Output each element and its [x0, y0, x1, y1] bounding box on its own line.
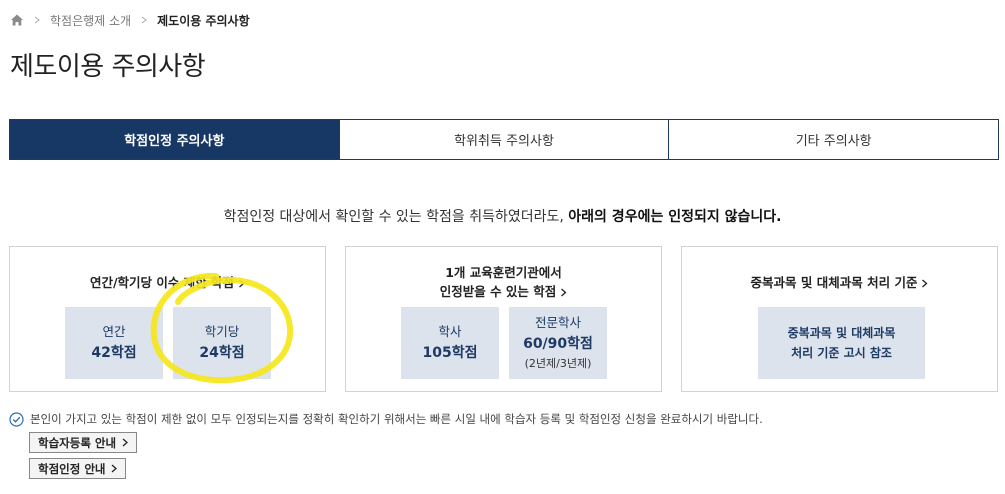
notice-text-regular: 학점인정 대상에서 확인할 수 있는 학점을 취득하였더라도, — [223, 209, 569, 225]
card-title-line2: 인정받을 수 있는 학점 — [439, 284, 557, 299]
box-line1: 중복과목 및 대체과목 — [787, 326, 896, 340]
chevron-right-icon — [561, 288, 567, 297]
card-title-text: 연간/학기당 이수 제한 학점 — [89, 275, 235, 290]
box-note: (2년제/3년제) — [524, 357, 592, 370]
chevron-right-icon — [141, 16, 147, 24]
page-title: 제도이용 주의사항 — [10, 52, 206, 82]
box-semester: 학기당 24학점 — [173, 307, 271, 379]
box-value: 105학점 — [422, 345, 478, 361]
box-label: 학기당 — [204, 324, 240, 339]
tab-credit-recognition[interactable]: 학점인정 주의사항 — [10, 120, 339, 159]
home-icon[interactable] — [10, 13, 24, 27]
chevron-right-icon — [239, 279, 245, 288]
tab-other[interactable]: 기타 주의사항 — [668, 120, 999, 159]
box-label: 전문학사 — [534, 315, 581, 330]
breadcrumb: 학점은행제 소개 제도이용 주의사항 — [10, 11, 250, 29]
box-bachelor: 학사 105학점 — [401, 307, 499, 379]
check-notice-text: 본인이 가지고 있는 학점이 제한 없이 모두 인정되는지를 정확히 확인하기 … — [30, 412, 763, 426]
card-title-line1: 1개 교육훈련기관에서 — [445, 265, 562, 280]
credit-recognition-guide-button[interactable]: 학점인정 안내 — [29, 458, 127, 479]
card-credit-limit: 연간/학기당 이수 제한 학점 연간 42학점 학기당 24학점 — [9, 246, 326, 392]
box-value: 24학점 — [199, 345, 245, 361]
button-label: 학점인정 안내 — [38, 461, 106, 476]
chevron-right-icon — [922, 279, 928, 288]
card-title-credit-limit[interactable]: 연간/학기당 이수 제한 학점 — [10, 273, 325, 292]
notice-text: 학점인정 대상에서 확인할 수 있는 학점을 취득하였더라도, 아래의 경우에는… — [0, 206, 1005, 226]
box-line2: 처리 기준 고시 참조 — [791, 346, 892, 360]
breadcrumb-item-current: 제도이용 주의사항 — [157, 13, 250, 28]
learner-registration-guide-button[interactable]: 학습자등록 안내 — [29, 432, 138, 453]
tab-bar: 학점인정 주의사항 학위취득 주의사항 기타 주의사항 — [9, 119, 999, 160]
box-associate: 전문학사 60/90학점 (2년제/3년제) — [509, 307, 607, 379]
box-label: 학사 — [438, 324, 462, 339]
box-annual: 연간 42학점 — [65, 307, 163, 379]
box-label: 연간 — [102, 324, 126, 339]
card-title-duplicate-courses[interactable]: 중복과목 및 대체과목 처리 기준 — [682, 273, 997, 292]
notice-text-bold: 아래의 경우에는 인정되지 않습니다. — [568, 209, 782, 225]
button-label: 학습자등록 안내 — [38, 435, 117, 450]
tab-degree-acquisition[interactable]: 학위취득 주의사항 — [338, 120, 669, 159]
box-value: 42학점 — [91, 345, 137, 361]
breadcrumb-item-intro[interactable]: 학점은행제 소개 — [50, 12, 131, 29]
chevron-right-icon — [122, 438, 129, 447]
card-title-institution-limit[interactable]: 1개 교육훈련기관에서 인정받을 수 있는 학점 — [346, 263, 661, 301]
check-circle-icon — [9, 411, 24, 427]
chevron-right-icon — [34, 16, 40, 24]
check-notice: 본인이 가지고 있는 학점이 제한 없이 모두 인정되는지를 정확히 확인하기 … — [9, 411, 763, 427]
box-value: 60/90학점 — [523, 336, 593, 352]
chevron-right-icon — [112, 464, 118, 473]
card-institution-limit: 1개 교육훈련기관에서 인정받을 수 있는 학점 학사 105학점 전문학사 6… — [345, 246, 662, 392]
box-standard-notice: 중복과목 및 대체과목 처리 기준 고시 참조 — [758, 307, 925, 379]
card-duplicate-courses: 중복과목 및 대체과목 처리 기준 중복과목 및 대체과목 처리 기준 고시 참… — [681, 246, 998, 392]
card-title-text: 중복과목 및 대체과목 처리 기준 — [750, 275, 918, 290]
